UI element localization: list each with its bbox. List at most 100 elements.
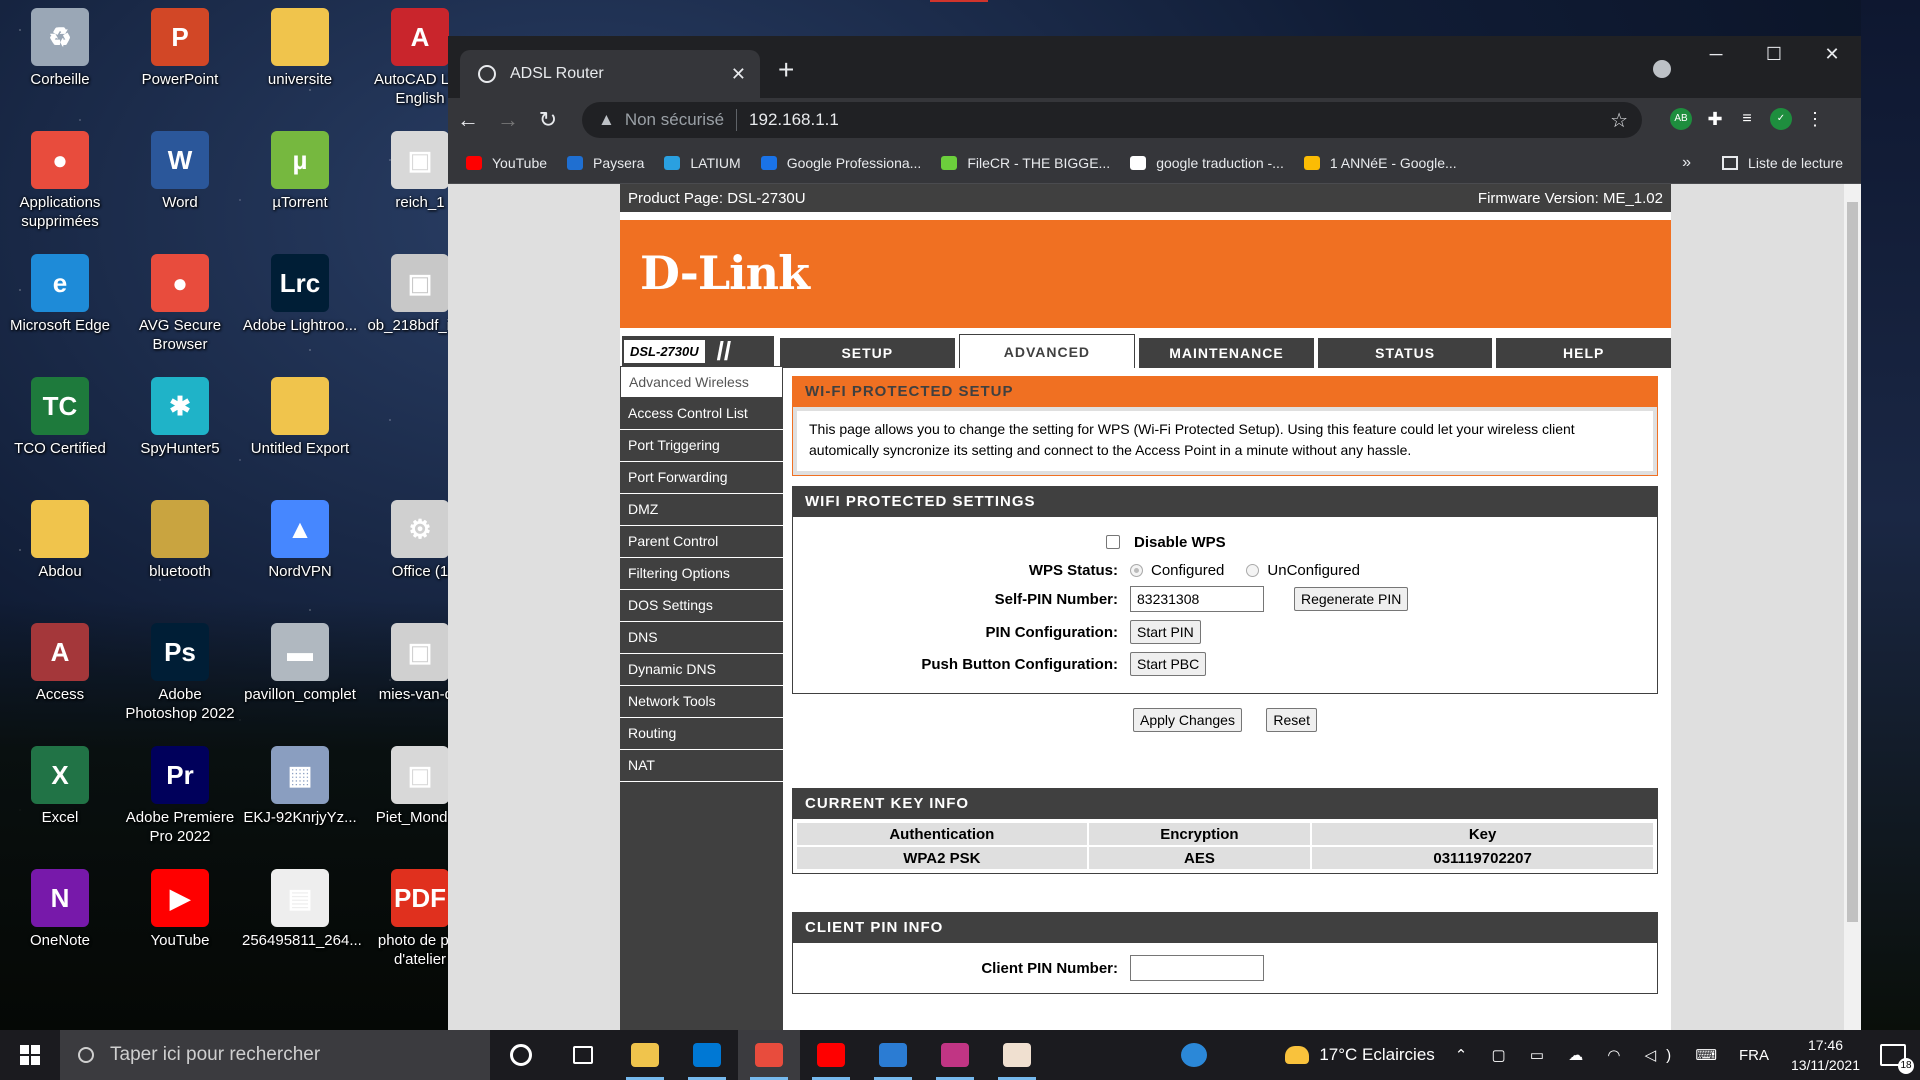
- start-pbc-button[interactable]: Start PBC: [1130, 652, 1207, 676]
- minimize-button[interactable]: ─: [1687, 36, 1745, 72]
- sidebar-item-routing[interactable]: Routing: [620, 718, 783, 750]
- clock[interactable]: 17:46 13/11/2021: [1791, 1035, 1860, 1075]
- tab-setup[interactable]: SETUP: [780, 338, 955, 368]
- shield-extension-icon[interactable]: ✓: [1770, 108, 1792, 130]
- sidebar-item-port-triggering[interactable]: Port Triggering: [620, 430, 783, 462]
- help-icon[interactable]: [1163, 1030, 1225, 1080]
- tab-help[interactable]: HELP: [1496, 338, 1671, 368]
- desktop-icon[interactable]: Ps Adobe Photoshop 2022: [122, 619, 238, 737]
- menu-kebab-icon[interactable]: ⋮: [1804, 108, 1826, 130]
- desktop-icon[interactable]: Lrc Adobe Lightroo...: [242, 250, 358, 368]
- notification-center-icon[interactable]: 18: [1880, 1044, 1914, 1074]
- browser-tab[interactable]: ADSL Router ✕: [460, 50, 760, 98]
- bookmark-item[interactable]: FileCR - THE BIGGE...: [941, 155, 1110, 171]
- back-button[interactable]: ←: [448, 107, 488, 133]
- sidebar-item-port-forwarding[interactable]: Port Forwarding: [620, 462, 783, 494]
- apply-changes-button[interactable]: Apply Changes: [1133, 708, 1242, 732]
- sidebar-item-parent-control[interactable]: Parent Control: [620, 526, 783, 558]
- scrollbar-thumb[interactable]: [1847, 202, 1858, 922]
- desktop-icon[interactable]: N OneNote: [2, 865, 118, 983]
- bookmarks-overflow-button[interactable]: »: [1682, 154, 1691, 172]
- sidebar-item-dns[interactable]: DNS: [620, 622, 783, 654]
- taskbar-app-task-view[interactable]: [552, 1030, 614, 1080]
- close-tab-icon[interactable]: ✕: [731, 64, 746, 85]
- taskbar-app-file-explorer[interactable]: [614, 1030, 676, 1080]
- extensions-puzzle-icon[interactable]: ✚: [1704, 108, 1726, 130]
- extension-ab-icon[interactable]: AB: [1670, 108, 1692, 130]
- address-bar[interactable]: ▲ Non sécurisé 192.168.1.1 ☆: [582, 102, 1642, 138]
- start-pin-button[interactable]: Start PIN: [1130, 620, 1201, 644]
- desktop-icon[interactable]: ⚙ Office (1: [362, 496, 450, 614]
- desktop-icon[interactable]: X Excel: [2, 742, 118, 860]
- desktop-icon[interactable]: A AutoCAD LT - English: [362, 4, 450, 122]
- regenerate-pin-button[interactable]: Regenerate PIN: [1294, 587, 1409, 611]
- bookmark-item[interactable]: YouTube: [466, 155, 547, 171]
- desktop-icon[interactable]: ● AVG Secure Browser: [122, 250, 238, 368]
- forward-button[interactable]: →: [488, 107, 528, 133]
- weather-widget[interactable]: 17°C Eclaircies: [1285, 1045, 1435, 1065]
- desktop-icon[interactable]: ▶ YouTube: [122, 865, 238, 983]
- desktop-icon[interactable]: ▣ ob_218bdf_i (1): [362, 250, 450, 368]
- desktop-icon[interactable]: ✱ SpyHunter5: [122, 373, 238, 491]
- tab-search-icon[interactable]: [1653, 60, 1671, 78]
- taskbar-app-instagram[interactable]: [924, 1030, 986, 1080]
- taskbar-app-app[interactable]: [986, 1030, 1048, 1080]
- close-window-button[interactable]: ✕: [1803, 36, 1861, 72]
- sidebar-item-dynamic-dns[interactable]: Dynamic DNS: [620, 654, 783, 686]
- unconfigured-radio[interactable]: [1246, 563, 1260, 577]
- desktop-icon[interactable]: PDF photo de pro d'atelier: [362, 865, 450, 983]
- desktop-icon[interactable]: ▣ Piet_Mondria: [362, 742, 450, 860]
- desktop-icon[interactable]: ♻ Corbeille: [2, 4, 118, 122]
- desktop-icon[interactable]: W Word: [122, 127, 238, 245]
- taskbar-app-store[interactable]: [676, 1030, 738, 1080]
- taskbar-app-youtube[interactable]: [800, 1030, 862, 1080]
- sidebar-item-dmz[interactable]: DMZ: [620, 494, 783, 526]
- desktop-icon[interactable]: ▤ 256495811_264...: [242, 865, 362, 983]
- page-scrollbar[interactable]: [1844, 184, 1861, 1030]
- tab-advanced[interactable]: ADVANCED: [958, 334, 1136, 368]
- desktop-icon[interactable]: A Access: [2, 619, 118, 737]
- sidebar-item-nat[interactable]: NAT: [620, 750, 783, 782]
- desktop-icon[interactable]: µ µTorrent: [242, 127, 358, 245]
- desktop-icon[interactable]: ▣ reich_1: [362, 127, 450, 245]
- desktop-icon[interactable]: ▲ NordVPN: [242, 496, 358, 614]
- maximize-button[interactable]: ☐: [1745, 36, 1803, 72]
- language-indicator[interactable]: FRA: [1739, 1047, 1769, 1064]
- desktop-icon[interactable]: ▬ pavillon_complet: [242, 619, 358, 737]
- taskbar-app-avg-browser[interactable]: [738, 1030, 800, 1080]
- client-pin-input[interactable]: [1130, 955, 1264, 981]
- bookmark-item[interactable]: LATIUM: [664, 155, 741, 171]
- tab-status[interactable]: STATUS: [1317, 338, 1493, 368]
- desktop-icon[interactable]: bluetooth: [122, 496, 238, 614]
- self-pin-input[interactable]: 83231308: [1130, 586, 1264, 612]
- desktop-icon[interactable]: ● Applications supprimées: [2, 127, 118, 245]
- bookmark-item[interactable]: Paysera: [567, 155, 644, 171]
- bookmark-star-icon[interactable]: ☆: [1610, 108, 1628, 133]
- taskbar-app-forms[interactable]: [862, 1030, 924, 1080]
- system-tray-icons[interactable]: ⌃ ▢ ▭ ☁ ◠ ◁) ⌨: [1455, 1046, 1727, 1064]
- desktop-icon[interactable]: Untitled Export: [242, 373, 358, 491]
- media-control-icon[interactable]: ≡: [1736, 108, 1758, 130]
- sidebar-item-network-tools[interactable]: Network Tools: [620, 686, 783, 718]
- desktop-icon[interactable]: TC TCO Certified: [2, 373, 118, 491]
- desktop-icon[interactable]: ▣ mies-van-de: [362, 619, 450, 737]
- taskbar-search[interactable]: Taper ici pour rechercher: [60, 1030, 490, 1080]
- desktop-icon[interactable]: P PowerPoint: [122, 4, 238, 122]
- desktop-icon[interactable]: Abdou: [2, 496, 118, 614]
- bookmark-item[interactable]: google traduction -...: [1130, 155, 1284, 171]
- taskbar-app-cortana[interactable]: [490, 1030, 552, 1080]
- start-button[interactable]: [0, 1030, 60, 1080]
- bookmark-item[interactable]: 1 ANNéE - Google...: [1303, 155, 1457, 171]
- reading-list-button[interactable]: Liste de lecture: [1722, 155, 1843, 171]
- desktop-icon[interactable]: e Microsoft Edge: [2, 250, 118, 368]
- desktop-icon[interactable]: ▦ EKJ-92KnrjyYz...: [242, 742, 358, 860]
- sidebar-item-dos-settings[interactable]: DOS Settings: [620, 590, 783, 622]
- configured-radio[interactable]: [1130, 563, 1143, 577]
- reload-button[interactable]: ↻: [528, 107, 568, 133]
- reset-button[interactable]: Reset: [1266, 708, 1317, 732]
- new-tab-button[interactable]: +: [778, 54, 794, 86]
- desktop-icon[interactable]: Pr Adobe Premiere Pro 2022: [122, 742, 238, 860]
- sidebar-item-access-control-list[interactable]: Access Control List: [620, 398, 783, 430]
- sidebar-item-filtering-options[interactable]: Filtering Options: [620, 558, 783, 590]
- bookmark-item[interactable]: Google Professiona...: [760, 155, 921, 171]
